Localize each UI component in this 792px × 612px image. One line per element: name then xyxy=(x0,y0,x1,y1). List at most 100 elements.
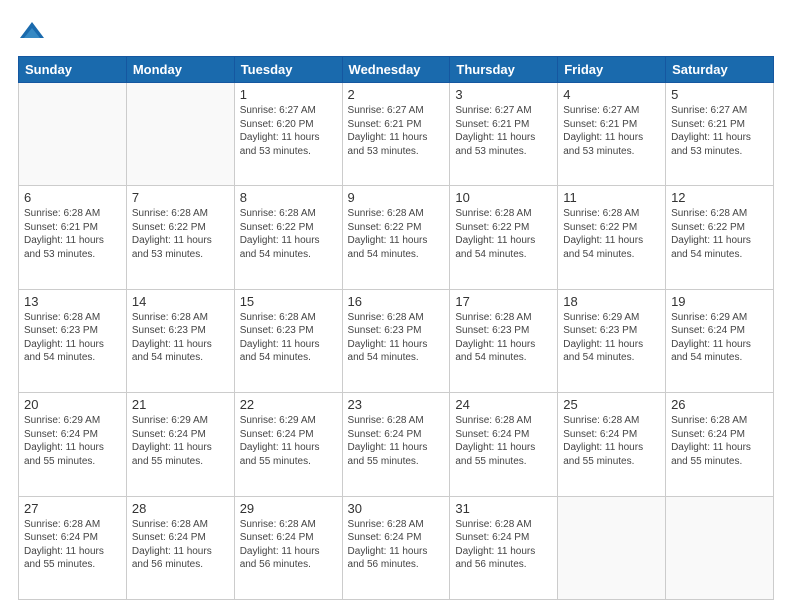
day-number: 24 xyxy=(455,397,552,412)
day-number: 12 xyxy=(671,190,768,205)
day-number: 15 xyxy=(240,294,337,309)
calendar-cell-week5-day2: 28Sunrise: 6:28 AM Sunset: 6:24 PM Dayli… xyxy=(126,496,234,599)
calendar-cell-week2-day5: 10 Sunrise: 6:28 AM Sunset: 6:22 PM Dayli… xyxy=(450,186,558,289)
calendar-cell-week3-day1: 13 Sunrise: 6:28 AM Sunset: 6:23 PM Dayli… xyxy=(19,289,127,392)
calendar-cell-week2-day2: 7Sunrise: 6:28 AM Sunset: 6:22 PM Daylig… xyxy=(126,186,234,289)
day-info: Sunrise: 6:27 AM Sunset: 6:21 PM Dayligh… xyxy=(455,104,552,158)
calendar-cell-week5-day4: 30 Sunrise: 6:28 AM Sunset: 6:24 PM Dayli… xyxy=(342,496,450,599)
day-number: 5 xyxy=(671,87,768,102)
day-info: Sunrise: 6:27 AM Sunset: 6:21 PM Dayligh… xyxy=(563,104,660,158)
logo xyxy=(18,18,52,46)
calendar-cell-week4-day4: 23 Sunrise: 6:28 AM Sunset: 6:24 PM Dayli… xyxy=(342,393,450,496)
day-number: 9 xyxy=(348,190,445,205)
day-number: 25 xyxy=(563,397,660,412)
calendar-cell-week1-day7: 5 Sunrise: 6:27 AM Sunset: 6:21 PM Daylig… xyxy=(666,83,774,186)
calendar-week-row-2: 6 Sunrise: 6:28 AM Sunset: 6:21 PM Daylig… xyxy=(19,186,774,289)
weekday-header-row: SundayMondayTuesdayWednesdayThursdayFrid… xyxy=(19,57,774,83)
day-info: Sunrise: 6:28 AM Sunset: 6:23 PM Dayligh… xyxy=(348,311,445,365)
day-info: Sunrise: 6:28 AM Sunset: 6:21 PM Dayligh… xyxy=(24,207,121,261)
day-info: Sunrise: 6:28 AM Sunset: 6:22 PM Dayligh… xyxy=(671,207,768,261)
day-info: Sunrise: 6:28 AM Sunset: 6:24 PM Dayligh… xyxy=(348,414,445,468)
calendar-cell-week4-day1: 20 Sunrise: 6:29 AM Sunset: 6:24 PM Dayli… xyxy=(19,393,127,496)
page: SundayMondayTuesdayWednesdayThursdayFrid… xyxy=(0,0,792,612)
day-number: 27 xyxy=(24,501,121,516)
day-info: Sunrise: 6:29 AM Sunset: 6:24 PM Dayligh… xyxy=(24,414,121,468)
day-info: Sunrise: 6:28 AM Sunset: 6:22 PM Dayligh… xyxy=(563,207,660,261)
calendar-cell-week4-day7: 26Sunrise: 6:28 AM Sunset: 6:24 PM Dayli… xyxy=(666,393,774,496)
calendar-table: SundayMondayTuesdayWednesdayThursdayFrid… xyxy=(18,56,774,600)
day-info: Sunrise: 6:28 AM Sunset: 6:23 PM Dayligh… xyxy=(132,311,229,365)
day-number: 20 xyxy=(24,397,121,412)
logo-icon xyxy=(18,18,46,46)
day-info: Sunrise: 6:28 AM Sunset: 6:24 PM Dayligh… xyxy=(24,518,121,572)
day-number: 17 xyxy=(455,294,552,309)
calendar-cell-week3-day6: 18 Sunrise: 6:29 AM Sunset: 6:23 PM Dayli… xyxy=(558,289,666,392)
day-number: 1 xyxy=(240,87,337,102)
day-number: 21 xyxy=(132,397,229,412)
day-number: 4 xyxy=(563,87,660,102)
calendar-cell-week4-day2: 21 Sunrise: 6:29 AM Sunset: 6:24 PM Dayli… xyxy=(126,393,234,496)
day-info: Sunrise: 6:28 AM Sunset: 6:24 PM Dayligh… xyxy=(455,518,552,572)
day-number: 23 xyxy=(348,397,445,412)
calendar-cell-week5-day1: 27 Sunrise: 6:28 AM Sunset: 6:24 PM Dayli… xyxy=(19,496,127,599)
calendar-cell-week2-day7: 12 Sunrise: 6:28 AM Sunset: 6:22 PM Dayli… xyxy=(666,186,774,289)
day-number: 18 xyxy=(563,294,660,309)
day-info: Sunrise: 6:28 AM Sunset: 6:22 PM Dayligh… xyxy=(348,207,445,261)
day-info: Sunrise: 6:28 AM Sunset: 6:24 PM Dayligh… xyxy=(563,414,660,468)
day-number: 19 xyxy=(671,294,768,309)
calendar-week-row-1: 1Sunrise: 6:27 AM Sunset: 6:20 PM Daylig… xyxy=(19,83,774,186)
calendar-cell-week4-day6: 25 Sunrise: 6:28 AM Sunset: 6:24 PM Dayli… xyxy=(558,393,666,496)
day-info: Sunrise: 6:29 AM Sunset: 6:24 PM Dayligh… xyxy=(240,414,337,468)
calendar-cell-week5-day5: 31 Sunrise: 6:28 AM Sunset: 6:24 PM Dayli… xyxy=(450,496,558,599)
day-info: Sunrise: 6:28 AM Sunset: 6:22 PM Dayligh… xyxy=(455,207,552,261)
day-number: 11 xyxy=(563,190,660,205)
weekday-header-friday: Friday xyxy=(558,57,666,83)
calendar-cell-week1-day4: 2 Sunrise: 6:27 AM Sunset: 6:21 PM Daylig… xyxy=(342,83,450,186)
calendar-cell-week5-day6 xyxy=(558,496,666,599)
day-info: Sunrise: 6:29 AM Sunset: 6:23 PM Dayligh… xyxy=(563,311,660,365)
header xyxy=(18,18,774,46)
day-info: Sunrise: 6:28 AM Sunset: 6:24 PM Dayligh… xyxy=(240,518,337,572)
day-number: 2 xyxy=(348,87,445,102)
calendar-cell-week3-day4: 16 Sunrise: 6:28 AM Sunset: 6:23 PM Dayli… xyxy=(342,289,450,392)
day-info: Sunrise: 6:28 AM Sunset: 6:24 PM Dayligh… xyxy=(348,518,445,572)
day-info: Sunrise: 6:28 AM Sunset: 6:22 PM Dayligh… xyxy=(132,207,229,261)
day-info: Sunrise: 6:28 AM Sunset: 6:24 PM Dayligh… xyxy=(132,518,229,572)
day-info: Sunrise: 6:28 AM Sunset: 6:23 PM Dayligh… xyxy=(240,311,337,365)
day-info: Sunrise: 6:28 AM Sunset: 6:24 PM Dayligh… xyxy=(455,414,552,468)
weekday-header-sunday: Sunday xyxy=(19,57,127,83)
calendar-cell-week2-day1: 6 Sunrise: 6:28 AM Sunset: 6:21 PM Daylig… xyxy=(19,186,127,289)
calendar-cell-week1-day5: 3Sunrise: 6:27 AM Sunset: 6:21 PM Daylig… xyxy=(450,83,558,186)
weekday-header-wednesday: Wednesday xyxy=(342,57,450,83)
day-number: 14 xyxy=(132,294,229,309)
calendar-cell-week3-day7: 19 Sunrise: 6:29 AM Sunset: 6:24 PM Dayli… xyxy=(666,289,774,392)
day-number: 22 xyxy=(240,397,337,412)
calendar-week-row-4: 20 Sunrise: 6:29 AM Sunset: 6:24 PM Dayli… xyxy=(19,393,774,496)
day-number: 31 xyxy=(455,501,552,516)
day-number: 30 xyxy=(348,501,445,516)
day-info: Sunrise: 6:28 AM Sunset: 6:23 PM Dayligh… xyxy=(24,311,121,365)
day-info: Sunrise: 6:29 AM Sunset: 6:24 PM Dayligh… xyxy=(132,414,229,468)
calendar-cell-week4-day5: 24 Sunrise: 6:28 AM Sunset: 6:24 PM Dayli… xyxy=(450,393,558,496)
calendar-week-row-3: 13 Sunrise: 6:28 AM Sunset: 6:23 PM Dayli… xyxy=(19,289,774,392)
calendar-cell-week1-day6: 4 Sunrise: 6:27 AM Sunset: 6:21 PM Daylig… xyxy=(558,83,666,186)
day-info: Sunrise: 6:28 AM Sunset: 6:22 PM Dayligh… xyxy=(240,207,337,261)
day-number: 6 xyxy=(24,190,121,205)
day-number: 13 xyxy=(24,294,121,309)
weekday-header-monday: Monday xyxy=(126,57,234,83)
calendar-cell-week2-day4: 9 Sunrise: 6:28 AM Sunset: 6:22 PM Daylig… xyxy=(342,186,450,289)
calendar-week-row-5: 27 Sunrise: 6:28 AM Sunset: 6:24 PM Dayli… xyxy=(19,496,774,599)
calendar-cell-week1-day3: 1Sunrise: 6:27 AM Sunset: 6:20 PM Daylig… xyxy=(234,83,342,186)
day-info: Sunrise: 6:28 AM Sunset: 6:24 PM Dayligh… xyxy=(671,414,768,468)
calendar-cell-week2-day6: 11 Sunrise: 6:28 AM Sunset: 6:22 PM Dayli… xyxy=(558,186,666,289)
day-info: Sunrise: 6:28 AM Sunset: 6:23 PM Dayligh… xyxy=(455,311,552,365)
day-number: 16 xyxy=(348,294,445,309)
calendar-cell-week1-day1 xyxy=(19,83,127,186)
day-number: 10 xyxy=(455,190,552,205)
day-info: Sunrise: 6:29 AM Sunset: 6:24 PM Dayligh… xyxy=(671,311,768,365)
calendar-cell-week3-day2: 14 Sunrise: 6:28 AM Sunset: 6:23 PM Dayli… xyxy=(126,289,234,392)
calendar-cell-week1-day2 xyxy=(126,83,234,186)
day-info: Sunrise: 6:27 AM Sunset: 6:21 PM Dayligh… xyxy=(671,104,768,158)
day-number: 8 xyxy=(240,190,337,205)
day-info: Sunrise: 6:27 AM Sunset: 6:21 PM Dayligh… xyxy=(348,104,445,158)
